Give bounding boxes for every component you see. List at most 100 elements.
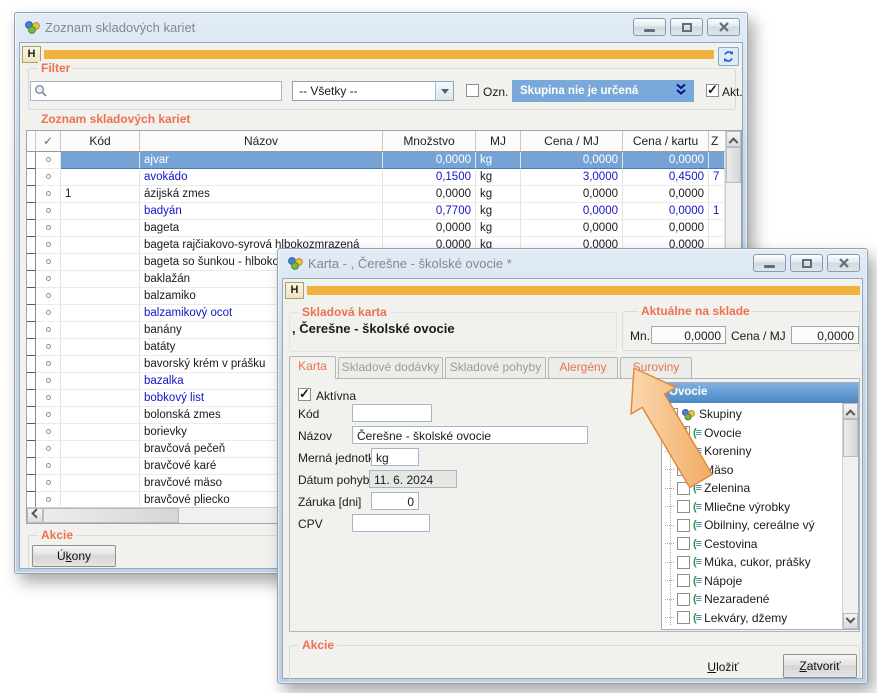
checkbox[interactable]: ✓ — [677, 556, 690, 569]
row-indicator — [27, 492, 36, 507]
checkbox[interactable]: ✓ — [665, 408, 678, 421]
category-combo[interactable]: -- Všetky -- — [292, 81, 454, 101]
table-cell — [36, 288, 61, 305]
header-z[interactable]: Z — [709, 131, 725, 151]
tree-item[interactable]: ✓(≡Nezaradené — [662, 590, 842, 609]
combo-dropdown-button[interactable] — [435, 82, 453, 100]
group-filter-button[interactable]: Skupina nie je určená — [512, 80, 694, 102]
row-marker-icon — [46, 446, 51, 451]
checkbox[interactable]: ✓ — [677, 574, 690, 587]
search-icon — [34, 84, 48, 101]
header-cena-kartu[interactable]: Cena / kartu — [623, 131, 709, 151]
table-row[interactable]: bageta0,0000kg0,00000,0000 — [27, 220, 725, 237]
table-row[interactable]: ajvar0,0000kg0,00000,0000 — [27, 152, 725, 169]
tree-scrollbar[interactable] — [842, 403, 858, 629]
table-cell: 3,0000 — [521, 169, 623, 186]
tab-skladov-dod-vky[interactable]: Skladové dodávky — [338, 357, 443, 378]
table-cell — [36, 390, 61, 407]
list-window-titlebar[interactable]: Zoznam skladových kariet — [15, 13, 747, 42]
scroll-down-icon — [846, 613, 856, 623]
table-row[interactable]: badyán0,7700kg0,00000,00001 — [27, 203, 725, 220]
tree-item[interactable]: ✓(≡Mäso — [662, 461, 842, 480]
table-cell — [36, 254, 61, 271]
table-cell — [61, 492, 140, 507]
table-row[interactable]: 1ázijská zmes0,0000kg0,00000,0000 — [27, 186, 725, 203]
checkbox[interactable]: ✓ — [677, 519, 690, 532]
close-button[interactable] — [707, 18, 740, 36]
nazov-input[interactable]: Čerešne - školské ovocie — [352, 426, 588, 444]
row-marker-icon — [46, 310, 51, 315]
tree-item[interactable]: ✓(≡ — [662, 627, 842, 629]
table-cell — [36, 220, 61, 237]
table-row[interactable]: avokádo0,1500kg3,00000,45007 — [27, 169, 725, 186]
minimize-button[interactable] — [753, 254, 786, 272]
h-menu-button[interactable]: H — [285, 282, 304, 299]
merna-jednotka-label: Merná jednotka — [298, 451, 381, 465]
aktivna-label: Aktívna — [316, 389, 356, 403]
datum-pohybu-input[interactable]: 11. 6. 2024 — [369, 470, 457, 488]
aktivna-checkbox[interactable]: ✓ — [298, 388, 311, 401]
group-filter-label: Skupina nie je určená — [520, 85, 676, 97]
kod-input[interactable] — [352, 404, 432, 422]
checkbox[interactable]: ✓ — [677, 426, 690, 439]
combo-value: -- Všetky -- — [299, 84, 358, 98]
tree-item[interactable]: ✓(≡Cestovina — [662, 535, 842, 554]
header-cena-mj[interactable]: Cena / MJ — [521, 131, 623, 151]
checkbox[interactable]: ✓ — [677, 463, 690, 476]
tree-item-label: Koreniny — [704, 444, 751, 458]
header-kod[interactable]: Kód — [61, 131, 140, 151]
tab-suroviny[interactable]: Suroviny — [620, 357, 692, 378]
card-window-titlebar[interactable]: Karta - , Čerešne - školské ovocie * — [278, 249, 867, 278]
row-marker-icon — [46, 327, 51, 332]
skladova-caption: Skladová karta — [299, 305, 390, 319]
zaruka-input[interactable]: 0 — [371, 492, 419, 510]
header-mj[interactable]: MJ — [476, 131, 521, 151]
ozn-checkbox[interactable]: ✓ — [466, 84, 479, 97]
ulozit-button[interactable]: Uložiť — [691, 658, 755, 678]
tree-item[interactable]: ✓(≡Obilniny, cereálne vý — [662, 516, 842, 535]
checkbox[interactable]: ✓ — [677, 482, 690, 495]
tree-item[interactable]: ✓(≡Ovocie — [662, 424, 842, 443]
header-nazov[interactable]: Názov — [140, 131, 383, 151]
table-cell — [61, 407, 140, 424]
ukony-button[interactable]: Úkony — [32, 545, 116, 567]
header-check[interactable]: ✓ — [36, 131, 61, 151]
double-chevron-down-icon — [676, 83, 686, 99]
refresh-button[interactable] — [718, 47, 739, 66]
tree-item-label: Mäso — [704, 463, 733, 477]
group-icon: (≡ — [693, 538, 701, 550]
tab-skladov-pohyby[interactable]: Skladové pohyby — [445, 357, 546, 378]
tab-alerg-ny[interactable]: Alergény — [548, 357, 618, 378]
akt-checkbox[interactable]: ✓ — [706, 84, 719, 97]
checkbox[interactable]: ✓ — [677, 593, 690, 606]
maximize-button[interactable] — [790, 254, 823, 272]
tree-item-label: Nápoje — [704, 574, 742, 588]
tab-karta[interactable]: Karta — [289, 356, 336, 379]
search-input[interactable] — [30, 81, 282, 101]
checkbox[interactable]: ✓ — [677, 500, 690, 513]
maximize-button[interactable] — [670, 18, 703, 36]
cena-mj-label: Cena / MJ — [731, 329, 786, 343]
merna-jednotka-input[interactable]: kg — [371, 448, 419, 466]
checkbox[interactable]: ✓ — [677, 611, 690, 624]
tree-item[interactable]: ✓(≡Koreniny — [662, 442, 842, 461]
cpv-input[interactable] — [352, 514, 430, 532]
tree-root[interactable]: ✓ Skupiny — [662, 405, 842, 424]
checkbox[interactable]: ✓ — [677, 445, 690, 458]
scroll-up-icon — [729, 137, 739, 147]
zatvorit-button[interactable]: Zatvoriť — [783, 654, 857, 678]
tree-item[interactable]: ✓(≡Múka, cukor, prášky — [662, 553, 842, 572]
close-button[interactable] — [827, 254, 860, 272]
row-indicator — [27, 373, 36, 390]
checkbox[interactable]: ✓ — [677, 537, 690, 550]
header-mnozstvo[interactable]: Množstvo — [383, 131, 476, 151]
table-cell: bageta — [140, 220, 383, 237]
akt-label: Akt. — [722, 85, 743, 99]
tree-item[interactable]: ✓(≡Mliečne výrobky — [662, 498, 842, 517]
tree-item-label: Nezaradené — [704, 592, 769, 606]
row-marker-icon — [46, 208, 51, 213]
tree-item[interactable]: ✓(≡Zelenina — [662, 479, 842, 498]
tree-item[interactable]: ✓(≡Nápoje — [662, 572, 842, 591]
tree-item[interactable]: ✓(≡Lekváry, džemy — [662, 609, 842, 628]
minimize-button[interactable] — [633, 18, 666, 36]
